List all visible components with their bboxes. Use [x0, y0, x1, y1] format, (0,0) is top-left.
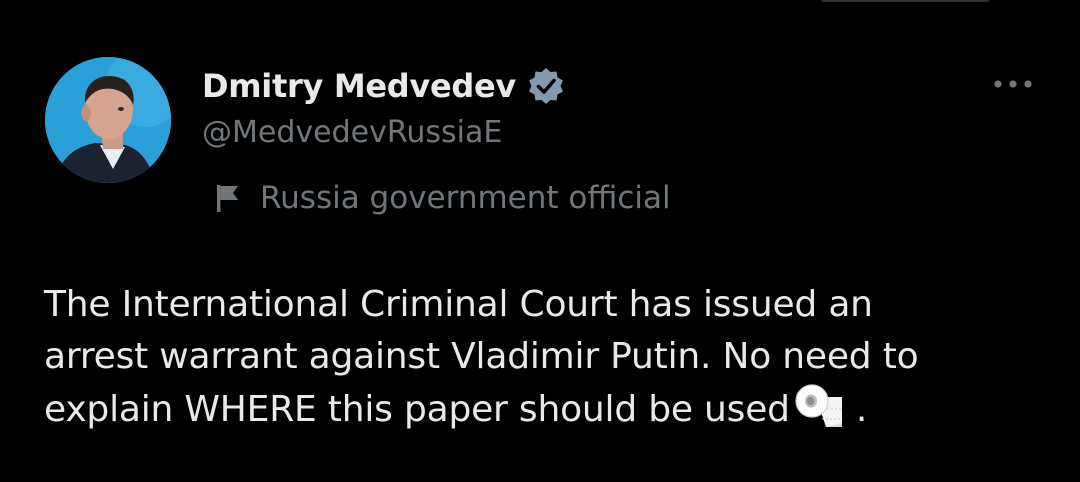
tweet-text-segment: . — [855, 389, 868, 430]
scroll-indicator — [820, 0, 990, 2]
tweet-text-segment: explain WHERE this paper should be used — [44, 389, 790, 430]
author-handle[interactable]: @MedvedevRussiaE — [202, 115, 502, 150]
tweet-text-line: The International Criminal Court has iss… — [44, 284, 873, 325]
tweet-text: The International Criminal Court has iss… — [44, 279, 1044, 436]
tweet-text-line: explain WHERE this paper should be used … — [44, 383, 1044, 436]
more-options-icon[interactable] — [990, 72, 1036, 96]
flag-icon — [217, 185, 238, 212]
author-name-row[interactable]: Dmitry Medvedev — [202, 63, 566, 109]
tweet-text-line: arrest warrant against Vladimir Putin. N… — [44, 336, 919, 377]
avatar-image — [45, 57, 171, 183]
toilet-paper-icon — [795, 384, 842, 427]
verified-badge-icon — [528, 68, 563, 104]
display-name[interactable]: Dmitry Medvedev — [202, 67, 516, 105]
affiliation-text: Russia government official — [260, 180, 671, 216]
affiliation-label[interactable]: Russia government official — [214, 176, 671, 220]
avatar[interactable] — [45, 57, 171, 183]
